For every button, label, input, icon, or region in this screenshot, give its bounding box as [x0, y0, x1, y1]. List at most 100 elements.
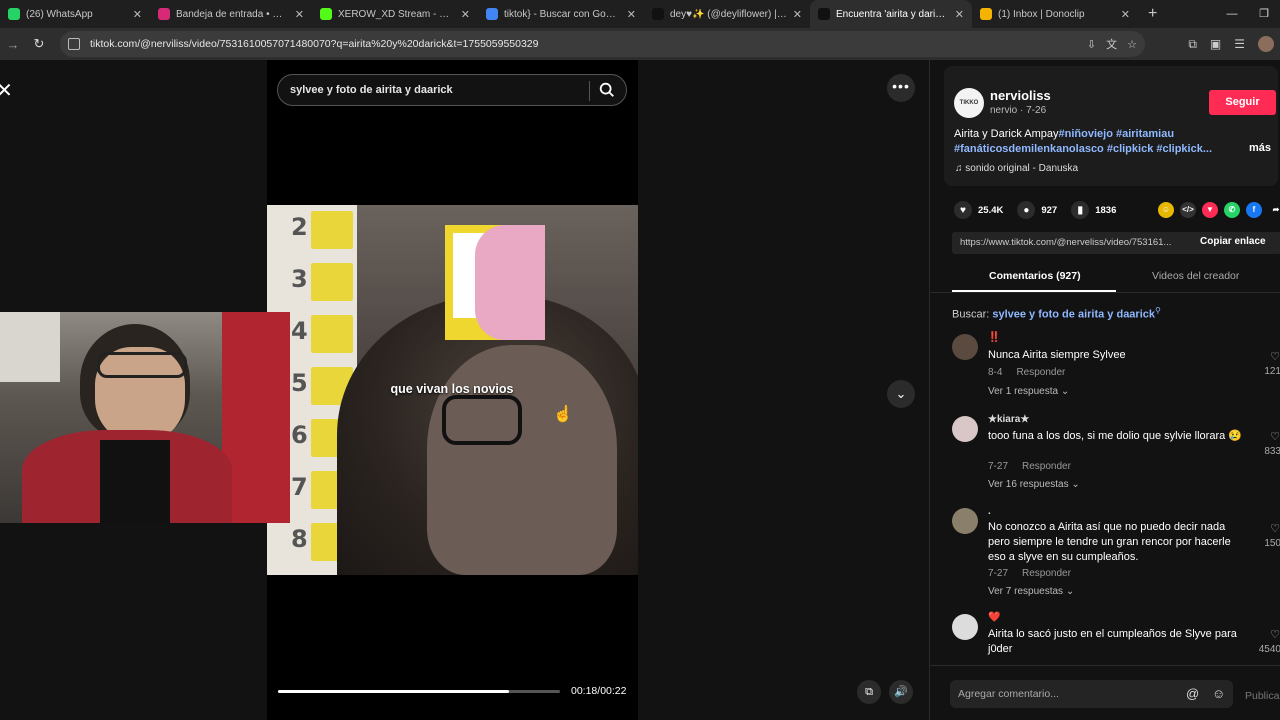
- comment-icon[interactable]: ●: [1017, 201, 1036, 219]
- comment-avatar[interactable]: [952, 334, 978, 360]
- emoji-icon[interactable]: ☺: [1212, 686, 1225, 701]
- browser-tab[interactable]: XEROW_XD Stream - Watch Live ✕: [312, 0, 478, 28]
- tab-close-icon[interactable]: ✕: [461, 8, 470, 21]
- desc-hashtags-2[interactable]: #fanáticosdemilenkanolasco #clipkick #cl…: [954, 143, 1212, 155]
- video-progress-bar[interactable]: [278, 690, 560, 693]
- whatsapp-icon[interactable]: ✆: [1224, 202, 1240, 218]
- follow-button[interactable]: Seguir: [1209, 90, 1276, 115]
- comment-count: 927: [1041, 204, 1058, 216]
- tab-label[interactable]: tiktok} - Buscar con Google: [504, 9, 621, 20]
- coin-icon[interactable]: ☺: [1158, 202, 1174, 218]
- volume-icon[interactable]: 🔊: [889, 680, 913, 704]
- sound-text[interactable]: sonido original - Danuska: [965, 163, 1078, 174]
- tab-close-icon[interactable]: ✕: [295, 8, 304, 21]
- facebook-icon[interactable]: f: [1246, 202, 1262, 218]
- url-text[interactable]: tiktok.com/@nerviliss/video/753161005707…: [90, 38, 538, 50]
- comment-username[interactable]: ❤️: [988, 612, 1000, 623]
- browser-tab[interactable]: (26) WhatsApp ✕: [0, 0, 150, 28]
- save-stat[interactable]: ▮ 1836: [1071, 201, 1116, 219]
- profile-avatar[interactable]: [1258, 36, 1274, 52]
- install-icon[interactable]: ⇩: [1087, 38, 1096, 51]
- browser-tab[interactable]: Bandeja de entrada • Direct ✕: [150, 0, 312, 28]
- tab-label[interactable]: (26) WhatsApp: [26, 9, 127, 20]
- mention-icon[interactable]: @: [1186, 686, 1199, 701]
- bookmark-icon[interactable]: ▮: [1071, 201, 1090, 219]
- extensions-icon[interactable]: ⧉: [1188, 37, 1197, 52]
- comment-avatar[interactable]: [952, 614, 978, 640]
- reply-button[interactable]: Responder: [1016, 367, 1065, 378]
- comment-text: Nunca Airita siempre Sylvee: [988, 349, 1126, 361]
- heart-icon[interactable]: ♥: [954, 201, 972, 219]
- browser-tab[interactable]: (1) Inbox | Donoclip ✕: [972, 0, 1138, 28]
- tab-creator-videos[interactable]: Videos del creador: [1152, 270, 1239, 282]
- video-search-input[interactable]: sylvee y foto de airita y daarick: [277, 74, 627, 106]
- embed-icon[interactable]: </>: [1180, 202, 1196, 218]
- video-search-text[interactable]: sylvee y foto de airita y daarick: [290, 84, 453, 96]
- view-replies-button[interactable]: Ver 7 respuestas ⌄: [988, 586, 1074, 597]
- new-tab-icon[interactable]: +: [1138, 5, 1167, 23]
- share-arrow-icon[interactable]: ➦: [1268, 202, 1280, 218]
- desc-hashtags-1[interactable]: #niñoviejo #airitamiau: [1059, 128, 1175, 140]
- maximize-icon[interactable]: ❐: [1248, 0, 1280, 28]
- tab-label[interactable]: XEROW_XD Stream - Watch Live: [338, 9, 455, 20]
- comment-like-count: 4540: [1258, 644, 1280, 655]
- ranking-sticker: [311, 315, 353, 353]
- translate-icon[interactable]: 文: [1106, 36, 1117, 52]
- menu-icon[interactable]: ☰: [1234, 37, 1245, 51]
- comment-avatar[interactable]: [952, 508, 978, 534]
- send-icon[interactable]: ▼: [1202, 202, 1218, 218]
- tab-close-icon[interactable]: ✕: [955, 8, 964, 21]
- close-icon[interactable]: ✕: [0, 78, 13, 103]
- search-hint-term[interactable]: sylvee y foto de airita y daarick: [992, 309, 1155, 321]
- comment-stat[interactable]: ● 927: [1017, 201, 1057, 219]
- tab-close-icon[interactable]: ✕: [627, 8, 636, 21]
- comment-like-icon[interactable]: ♡: [1256, 628, 1280, 641]
- video-frame[interactable]: 2 3 4 5 6 7 8: [267, 205, 638, 575]
- comment-like-icon[interactable]: ♡: [1256, 350, 1280, 363]
- tab-close-icon[interactable]: ✕: [133, 8, 142, 21]
- more-options-icon[interactable]: •••: [887, 74, 915, 102]
- author-name[interactable]: nervioliss: [990, 88, 1051, 103]
- browser-tab[interactable]: dey♥✨ (@deyliflower) | TikTok ✕: [644, 0, 810, 28]
- site-info-icon[interactable]: [68, 38, 80, 50]
- browser-tab[interactable]: tiktok} - Buscar con Google ✕: [478, 0, 644, 28]
- tab-close-icon[interactable]: ✕: [1121, 8, 1130, 21]
- reply-button[interactable]: Responder: [1022, 461, 1071, 472]
- view-replies-button[interactable]: Ver 16 respuestas ⌄: [988, 479, 1080, 490]
- chevron-down-icon[interactable]: ⌄: [887, 380, 915, 408]
- comment-like-icon[interactable]: ♡: [1256, 522, 1280, 535]
- url-omnibox[interactable]: tiktok.com/@nerviliss/video/753161005707…: [60, 31, 1145, 57]
- like-stat[interactable]: ♥ 25.4K: [954, 201, 1003, 219]
- more-button[interactable]: más: [1249, 142, 1271, 154]
- browser-tab[interactable]: Encuentra 'airita y darick' en TikTok ✕: [810, 0, 972, 28]
- comment-like-icon[interactable]: ♡: [1256, 430, 1280, 443]
- comment-username[interactable]: ‼️: [988, 332, 1000, 343]
- comment-avatar[interactable]: [952, 416, 978, 442]
- add-comment-bar: Agregar comentario... @ ☺ Publicar: [930, 665, 1280, 720]
- author-avatar[interactable]: TIKKO: [954, 88, 984, 118]
- comment-username[interactable]: .: [988, 506, 991, 517]
- sound-label[interactable]: ♫ sonido original - Danuska: [955, 163, 1078, 174]
- tab-label[interactable]: Bandeja de entrada • Direct: [176, 9, 289, 20]
- reply-button[interactable]: Responder: [1022, 568, 1071, 579]
- bookmark-star-icon[interactable]: ☆: [1127, 38, 1137, 51]
- video-subject-face: [427, 345, 617, 575]
- view-replies-button[interactable]: Ver 1 respuesta ⌄: [988, 386, 1069, 397]
- forward-icon[interactable]: →: [0, 37, 26, 52]
- sidebar-icon[interactable]: ▣: [1210, 37, 1221, 51]
- comment-date: 7-27: [988, 461, 1009, 472]
- pip-icon[interactable]: ⧉: [857, 680, 881, 704]
- video-description: Airita y Darick Ampay#niñoviejo #airitam…: [954, 127, 1224, 157]
- tab-close-icon[interactable]: ✕: [793, 8, 802, 21]
- tab-label[interactable]: dey♥✨ (@deyliflower) | TikTok: [670, 9, 787, 20]
- comment-username[interactable]: ★kiara★: [988, 414, 1029, 425]
- tab-label[interactable]: (1) Inbox | Donoclip: [998, 9, 1115, 20]
- search-small-icon[interactable]: ⚲: [1155, 306, 1161, 315]
- reload-icon[interactable]: ↻: [26, 36, 52, 52]
- tab-comments[interactable]: Comentarios (927): [989, 270, 1081, 282]
- copy-link-button[interactable]: Copiar enlace: [1200, 236, 1266, 247]
- search-icon[interactable]: [598, 81, 616, 99]
- minimize-icon[interactable]: —: [1216, 0, 1248, 28]
- tab-label[interactable]: Encuentra 'airita y darick' en TikTok: [836, 9, 949, 20]
- publish-button[interactable]: Publicar: [1245, 690, 1280, 702]
